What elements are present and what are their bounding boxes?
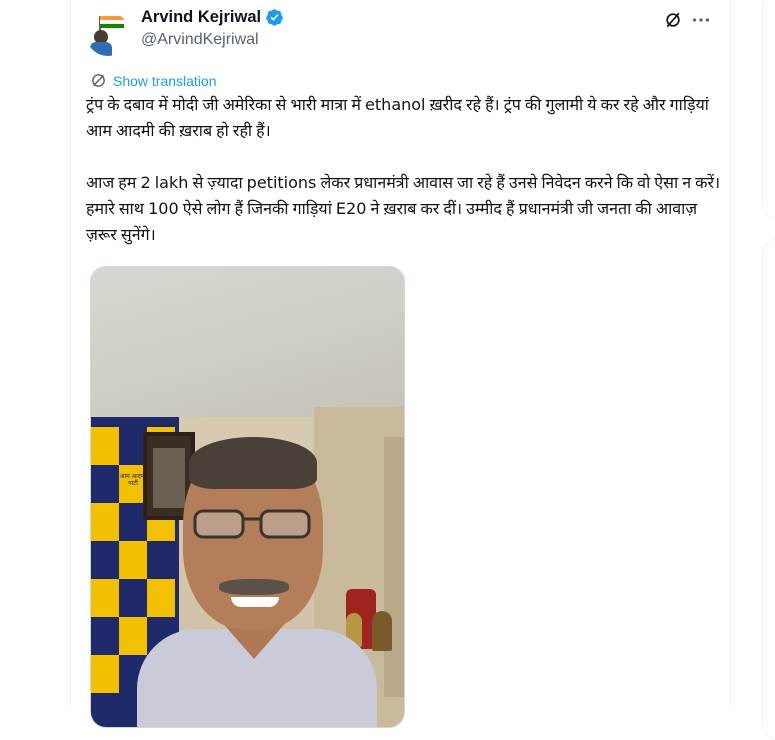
more-options-icon[interactable] <box>690 12 712 28</box>
grok-icon[interactable] <box>663 10 683 30</box>
sidebar-card <box>762 238 775 740</box>
show-translation-link[interactable]: Show translation <box>113 73 217 89</box>
author-name-row[interactable]: Arvind Kejriwal <box>141 8 284 27</box>
avatar[interactable] <box>86 12 130 56</box>
tweet-text: ट्रंप के दबाव में मोदी जी अमेरिका से भार… <box>86 92 726 248</box>
tweet-paragraph-1: ट्रंप के दबाव में मोदी जी अमेरिका से भार… <box>86 95 709 140</box>
show-translation-row[interactable]: Show translation <box>90 72 217 89</box>
sidebar-card <box>762 0 775 220</box>
timeline-right-border <box>730 0 731 706</box>
display-name[interactable]: Arvind Kejriwal <box>141 8 261 27</box>
glasses <box>193 509 311 539</box>
translate-icon <box>92 74 105 87</box>
user-handle[interactable]: @ArvindKejriwal <box>141 31 259 49</box>
timeline-left-border <box>70 0 71 706</box>
verified-badge-icon <box>266 9 283 26</box>
previous-line-fragment <box>96 0 266 2</box>
tweet-media-video[interactable]: आम आदमी पार्टी <box>90 266 405 728</box>
flag-icon <box>100 16 124 28</box>
tweet-paragraph-2: आज हम 2 lakh से ज़्यादा petitions लेकर प… <box>86 173 721 244</box>
